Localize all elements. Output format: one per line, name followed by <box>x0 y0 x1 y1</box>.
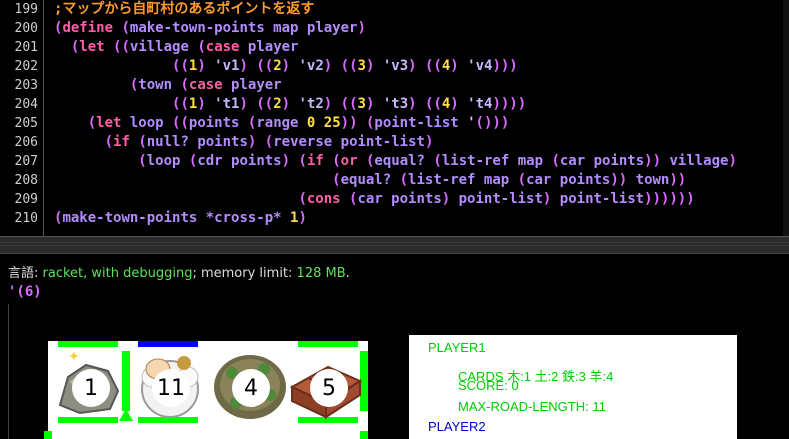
memory-label: ; memory limit: <box>192 266 297 281</box>
player2-name: PLAYER2 <box>428 419 486 434</box>
code-line: (define (make-town-points map player) <box>54 20 366 36</box>
line-number: 207 <box>14 154 38 169</box>
line-number: 210 <box>14 211 38 226</box>
code-line: (make-town-points *cross-p* 1) <box>54 210 307 226</box>
player1-name: PLAYER1 <box>428 340 486 355</box>
language-label: 言語: <box>8 266 43 281</box>
code-line: (equal? (list-ref map (car points)) town… <box>332 172 687 188</box>
code-line: ;マップから自町村のあるポイントを返す <box>54 1 315 17</box>
line-number: 201 <box>14 40 38 55</box>
tile-number: 1 <box>72 369 110 407</box>
memory-value: 128 MB <box>296 266 346 281</box>
line-number: 203 <box>14 78 38 93</box>
code-line: (if (null? points) (reverse point-list) <box>104 134 434 150</box>
line-number-gutter: 199 200 201 202 203 204 205 206 207 208 … <box>0 0 44 236</box>
line-number: 205 <box>14 116 38 131</box>
tile-number: 5 <box>310 369 348 407</box>
tile-wood: 4 <box>212 347 288 423</box>
editor-scrollbar[interactable] <box>783 0 789 236</box>
tile-number: 4 <box>232 369 270 407</box>
pane-divider[interactable] <box>0 236 789 254</box>
language-value: racket, with debugging <box>42 266 193 281</box>
tile-brick: 5 <box>288 347 364 423</box>
code-line: (town (case player <box>129 77 282 93</box>
code-line: (let loop ((points (range 0 25)) (point-… <box>87 115 510 131</box>
line-number: 199 <box>14 2 38 17</box>
line-number: 208 <box>14 173 38 188</box>
player1-max-road: MAX-ROAD-LENGTH: 11 <box>458 399 606 414</box>
player-info-panel: PLAYER1 CARDS 木:1 土:2 鉄:3 羊:4 SCORE: 0 M… <box>409 335 737 439</box>
player1-score: SCORE: 0 <box>458 378 519 393</box>
divider-grip[interactable] <box>0 242 789 246</box>
code-line: (let ((village (case player <box>70 39 299 55</box>
line-number: 209 <box>14 192 38 207</box>
line-number: 202 <box>14 59 38 74</box>
tile-iron: ✦ 1 <box>50 347 126 423</box>
code-line: ((1) 't1) ((2) 't2) ((3) 't3) ((4) 't4))… <box>172 96 527 112</box>
code-line: (loop (cdr points) (if (or (equal? (list… <box>138 153 737 169</box>
tile-sheep: 11 <box>132 347 208 423</box>
code-line: (cons (car points) point-list) point-lis… <box>298 191 695 207</box>
game-board: ✦ 1 11 4 5 <box>44 341 368 439</box>
line-number: 200 <box>14 21 38 36</box>
line-number: 204 <box>14 97 38 112</box>
language-info: 言語: racket, with debugging; memory limit… <box>8 266 350 281</box>
code-line: ((1) 'v1) ((2) 'v2) ((3) 'v3) ((4) 'v4))… <box>172 58 518 74</box>
tile-number: 11 <box>152 369 190 407</box>
result-output: '(6) <box>8 284 42 300</box>
road-segment <box>44 431 52 439</box>
road-segment <box>360 431 368 439</box>
line-number: 206 <box>14 135 38 150</box>
code-editor[interactable]: 199 200 201 202 203 204 205 206 207 208 … <box>0 0 789 236</box>
